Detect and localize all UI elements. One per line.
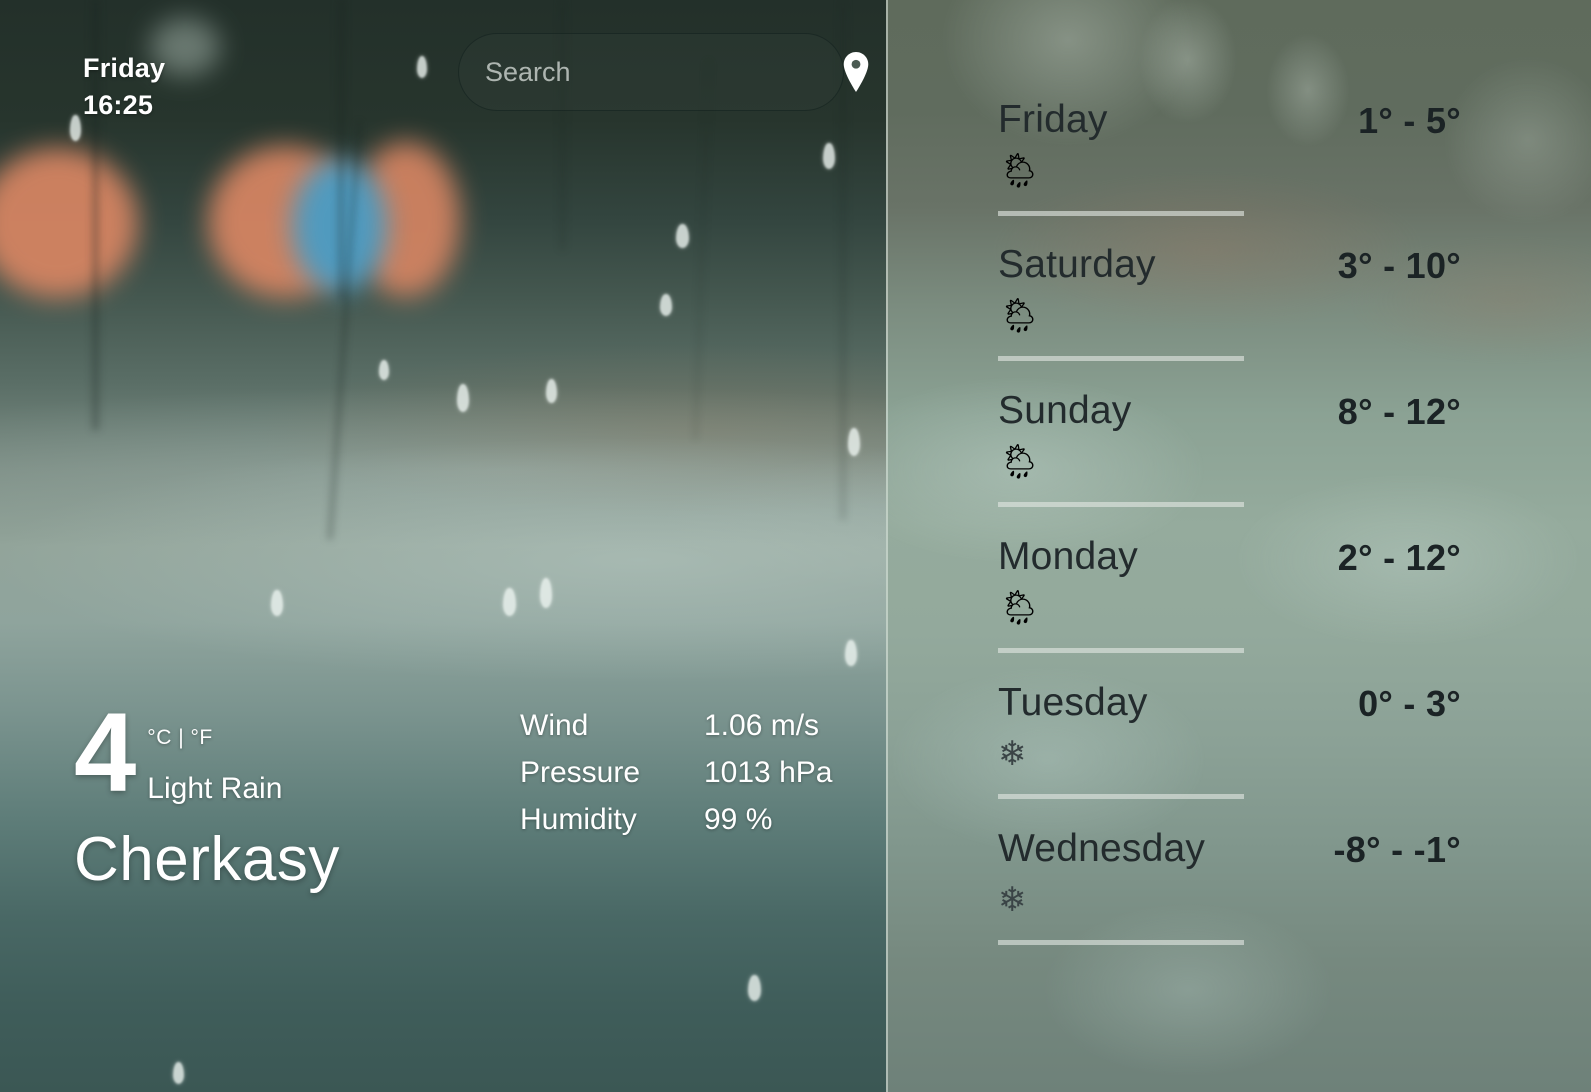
forecast-day-label: Monday [998,535,1138,578]
pressure-value: 1013 hPa [704,756,833,790]
forecast-range-label: 0° - 3° [1358,683,1461,724]
forecast-day-label: Sunday [998,389,1132,432]
reading-row-wind: Wind 1.06 m/s [520,702,860,749]
current-temperature: 4 [74,690,136,815]
sun-behind-rain-cloud-icon: 🌦 [998,297,1042,335]
unit-toggle[interactable]: °C | °F [147,726,282,750]
forecast-range-label: 1° - 5° [1358,100,1461,141]
forecast-panel: Friday 1° - 5° 🌦 Saturday 3° - 10° 🌦 Sun… [886,0,1591,1092]
forecast-day-label: Friday [998,98,1108,141]
search-bar[interactable] [458,33,869,111]
weather-app: Friday 16:25 4 °C | °F Light Rain [0,0,1591,1092]
location-pin-button[interactable] [839,39,873,105]
wind-label: Wind [520,709,589,742]
humidity-value: 99 % [704,803,773,837]
forecast-row-divider [998,502,1244,507]
top-bar: Friday 16:25 [0,0,898,145]
sun-behind-rain-cloud-icon: 🌦 [998,152,1042,190]
forecast-range-label: -8° - -1° [1333,829,1461,870]
forecast-range-label: 2° - 12° [1337,537,1461,578]
search-input[interactable] [459,56,839,88]
snowflake-icon: ❄ [998,881,1027,919]
city-name: Cherkasy [74,825,340,895]
temperature-line: 4 °C | °F Light Rain [74,690,554,815]
current-conditions: 4 °C | °F Light Rain Cherkasy [74,690,554,895]
forecast-row-divider [998,648,1244,653]
location-pin-icon [843,52,869,92]
current-day-time: Friday 16:25 [83,50,165,125]
temperature-side-block: °C | °F Light Rain [147,700,282,806]
sun-behind-rain-cloud-icon: 🌦 [998,443,1042,481]
reading-row-pressure: Pressure 1013 hPa [520,749,860,796]
forecast-day-label: Saturday [998,243,1156,286]
main-panel: Friday 16:25 4 °C | °F Light Rain [0,0,898,1092]
reading-row-humidity: Humidity 99 % [520,796,860,843]
forecast-range-label: 8° - 12° [1337,391,1461,432]
pressure-label: Pressure [520,756,641,790]
forecast-row-divider [998,356,1244,361]
forecast-row-divider [998,940,1244,945]
humidity-label: Humidity [520,803,637,837]
sun-behind-rain-cloud-icon: 🌦 [998,589,1042,627]
forecast-row-divider [998,211,1244,216]
snowflake-icon: ❄ [998,735,1027,773]
current-time-label: 16:25 [83,90,154,121]
forecast-day-label: Tuesday [998,681,1148,724]
current-day-label: Friday [83,53,166,83]
weather-condition: Light Rain [147,772,283,805]
weather-readings: Wind 1.06 m/s Pressure 1013 hPa Humidity… [520,702,860,843]
wind-value: 1.06 m/s [704,709,820,742]
forecast-day-label: Wednesday [998,827,1206,870]
forecast-row-divider [998,794,1244,799]
forecast-range-label: 3° - 10° [1337,245,1461,286]
